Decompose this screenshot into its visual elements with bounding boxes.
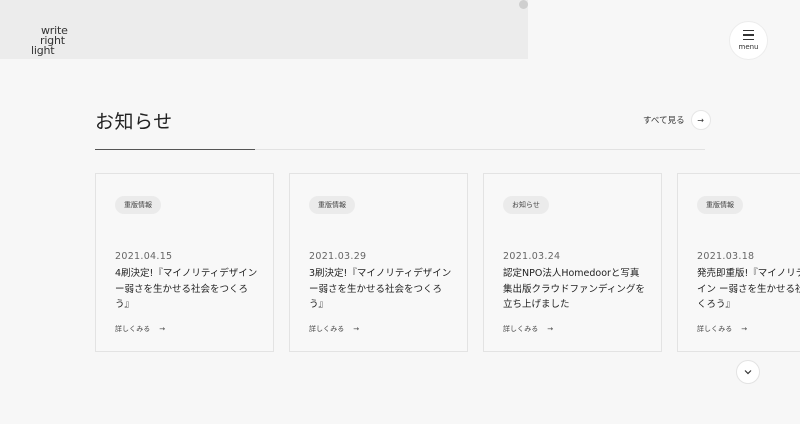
chevron-down-icon: [744, 370, 752, 375]
news-date: 2021.04.15: [115, 251, 173, 262]
read-more-label: 詳しくみる: [503, 325, 539, 333]
news-title: 認定NPO法人Homedoorと写真集出版クラウドファンディングを立ち上げました: [503, 268, 645, 310]
read-more-link[interactable]: 詳しくみる →: [309, 324, 359, 334]
read-more-label: 詳しくみる: [309, 325, 345, 333]
category-tag: 重版情報: [697, 196, 743, 214]
read-more-link[interactable]: 詳しくみる →: [503, 324, 553, 334]
arrow-right-icon: →: [353, 325, 360, 333]
section-title: お知らせ: [95, 111, 173, 133]
hamburger-icon: [743, 30, 754, 40]
category-tag: 重版情報: [309, 196, 355, 214]
arrow-right-icon: →: [690, 110, 711, 130]
news-date: 2021.03.18: [697, 251, 755, 262]
see-all-link[interactable]: すべて見る →: [643, 110, 711, 130]
read-more-label: 詳しくみる: [115, 325, 151, 333]
arrow-right-icon: →: [547, 325, 554, 333]
news-card[interactable]: 重版情報 2021.03.18 発売即重版!『マイノリティデザイン ー弱さを生か…: [677, 173, 800, 352]
menu-button[interactable]: menu: [729, 21, 768, 60]
category-tag: お知らせ: [503, 196, 549, 214]
read-more-link[interactable]: 詳しくみる →: [115, 324, 165, 334]
news-title: 4刷決定!『マイノリティデザイン ー弱さを生かせる社会をつくろう』: [115, 268, 258, 310]
category-tag: 重版情報: [115, 196, 161, 214]
news-title: 3刷決定!『マイノリティデザイン ー弱さを生かせる社会をつくろう』: [309, 268, 452, 310]
news-date: 2021.03.29: [309, 251, 367, 262]
scroll-indicator-dot: [519, 0, 528, 9]
arrow-right-icon: →: [741, 325, 748, 333]
news-date: 2021.03.24: [503, 251, 561, 262]
logo-line-light: light: [31, 44, 55, 57]
news-card-list: 重版情報 2021.04.15 4刷決定!『マイノリティデザイン ー弱さを生かせ…: [95, 173, 800, 353]
news-title: 発売即重版!『マイノリティデザイン ー弱さを生かせる社会をつくろう』: [697, 268, 800, 310]
read-more-label: 詳しくみる: [697, 325, 733, 333]
section-divider-accent: [95, 149, 255, 150]
news-card[interactable]: 重版情報 2021.04.15 4刷決定!『マイノリティデザイン ー弱さを生かせ…: [95, 173, 274, 352]
news-card[interactable]: お知らせ 2021.03.24 認定NPO法人Homedoorと写真集出版クラウ…: [483, 173, 662, 352]
scroll-down-button[interactable]: [736, 360, 760, 384]
arrow-right-icon: →: [159, 325, 166, 333]
read-more-link[interactable]: 詳しくみる →: [697, 324, 747, 334]
see-all-label: すべて見る: [643, 116, 685, 126]
menu-label: menu: [738, 42, 759, 51]
news-card[interactable]: 重版情報 2021.03.29 3刷決定!『マイノリティデザイン ー弱さを生かせ…: [289, 173, 468, 352]
site-logo[interactable]: write right light: [30, 25, 80, 58]
